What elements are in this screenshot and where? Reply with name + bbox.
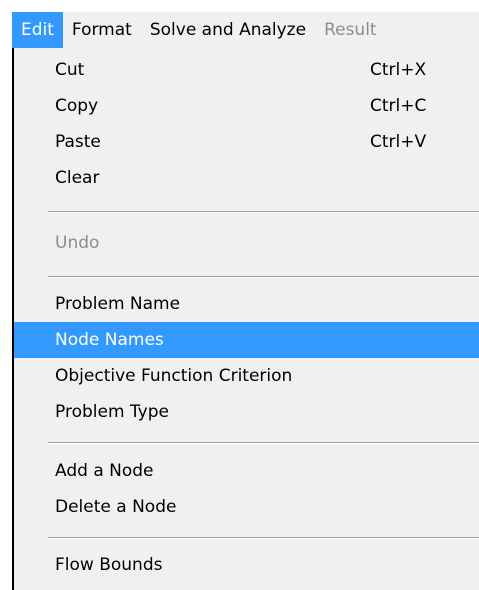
menu-item-clear[interactable]: Clear [14,160,479,196]
menu-edit[interactable]: Edit [12,12,63,48]
menu-solve-and-analyze[interactable]: Solve and Analyze [141,12,315,48]
menu-item-shortcut: Ctrl+X [370,60,427,80]
menu-result[interactable]: Result [315,12,386,48]
menu-item-label: Paste [55,132,101,152]
menu-item-label: Problem Type [55,402,169,422]
menu-item-paste[interactable]: Paste Ctrl+V [14,124,479,160]
menu-separator [48,276,479,278]
menu-item-label: Objective Function Criterion [55,366,293,386]
edit-dropdown-menu: Cut Ctrl+X Copy Ctrl+C Paste Ctrl+V Clea… [12,48,479,590]
menu-item-label: Clear [55,168,100,188]
menu-separator [48,537,479,539]
menu-item-label: Node Names [55,330,164,350]
menu-item-label: Undo [55,233,100,253]
menu-edit-label: Edit [21,20,54,40]
app-window: Edit Format Solve and Analyze Result Cut… [0,0,479,590]
menu-item-delete-a-node[interactable]: Delete a Node [14,489,479,525]
menu-result-label: Result [324,20,377,40]
menu-item-add-a-node[interactable]: Add a Node [14,453,479,489]
menu-item-label: Copy [55,96,99,116]
menu-item-problem-name[interactable]: Problem Name [14,286,479,322]
menu-item-label: Problem Name [55,294,181,314]
menu-format[interactable]: Format [63,12,141,48]
menu-item-cut[interactable]: Cut Ctrl+X [14,52,479,88]
menu-item-shortcut: Ctrl+V [370,132,427,152]
menu-item-flow-bounds[interactable]: Flow Bounds [14,547,479,583]
menu-item-label: Cut [55,60,85,80]
menu-solve-and-analyze-label: Solve and Analyze [149,20,307,40]
menu-item-problem-type[interactable]: Problem Type [14,394,479,430]
menu-item-objective-function-criterion[interactable]: Objective Function Criterion [14,358,479,394]
menu-item-node-names[interactable]: Node Names [14,322,479,358]
menu-item-shortcut: Ctrl+C [370,96,427,116]
menu-item-label: Flow Bounds [55,555,163,575]
menu-item-label: Add a Node [55,461,154,481]
menu-format-label: Format [71,20,132,40]
menu-item-copy[interactable]: Copy Ctrl+C [14,88,479,124]
menu-item-undo: Undo [14,225,479,261]
menu-bar: Edit Format Solve and Analyze Result [12,12,479,48]
menu-separator [48,211,479,213]
menu-separator [48,442,479,444]
menu-item-label: Delete a Node [55,497,177,517]
